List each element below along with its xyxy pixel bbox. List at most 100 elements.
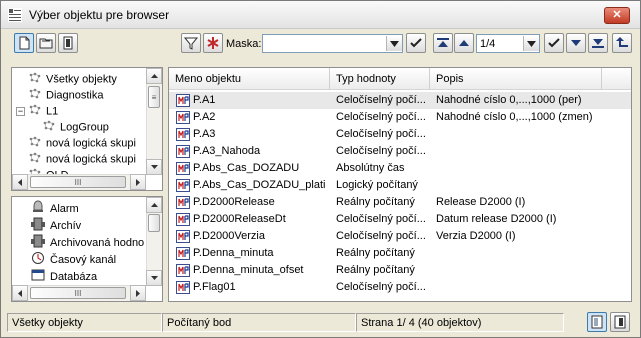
- object-name-cell: P.Abs_Cas_DOZADU: [193, 162, 300, 174]
- object-type-label: Alarm: [50, 202, 79, 215]
- tree-item[interactable]: nová logická skupi: [16, 151, 136, 165]
- clear-filter-button[interactable]: [203, 33, 223, 53]
- description-cell: Datum release D2000 (I): [436, 213, 557, 225]
- list-view-button[interactable]: [587, 312, 607, 332]
- value-type-cell: Celočíselný počí...: [336, 128, 426, 140]
- first-page-icon: [437, 38, 449, 47]
- scroll-up-button[interactable]: [146, 197, 162, 213]
- previous-page-icon: [459, 40, 469, 46]
- types-vertical-scrollbar[interactable]: [146, 197, 162, 286]
- title-bar: Výber objektu pre browser ✕: [1, 1, 640, 29]
- object-type-item[interactable]: Alarm: [30, 200, 79, 215]
- object-name-cell: P.A1: [193, 94, 216, 106]
- value-type-cell: Celočíselný počí...: [336, 213, 426, 225]
- door-icon: [63, 36, 73, 50]
- next-page-button[interactable]: [566, 33, 586, 53]
- object-type-item[interactable]: Databáza: [30, 268, 98, 283]
- types-hscroll-thumb[interactable]: III: [30, 287, 126, 299]
- last-page-button[interactable]: [588, 33, 608, 53]
- numeric-point-icon: [176, 230, 190, 243]
- mask-input[interactable]: [262, 34, 403, 53]
- tree-item[interactable]: − L1: [16, 103, 58, 117]
- object-type-item[interactable]: Archivovaná hodno: [30, 234, 145, 249]
- tree-hscroll-thumb[interactable]: III: [30, 176, 126, 188]
- description-cell: [436, 279, 626, 296]
- object-name-cell: P.Flag01: [193, 281, 236, 293]
- table-row[interactable]: P.D2000ReleaseDt Celočíselný počí... Datum…: [169, 211, 631, 228]
- filter-button[interactable]: [181, 33, 201, 53]
- scroll-down-button[interactable]: [146, 270, 162, 286]
- dialog-window: Výber objektu pre browser ✕ Maska: 1/4 V…: [0, 0, 641, 338]
- go-to-page-button[interactable]: [544, 33, 564, 53]
- column-header-type[interactable]: Typ hodnoty: [330, 68, 430, 90]
- tree-item-label: LogGroup: [60, 121, 109, 134]
- value-type-cell: Logický počítaný: [336, 179, 418, 191]
- scroll-left-button[interactable]: [12, 174, 28, 190]
- tree-expander-icon[interactable]: −: [16, 107, 25, 116]
- object-type-item[interactable]: Archív: [30, 217, 81, 232]
- objects-view-button[interactable]: [14, 33, 34, 53]
- tree-horizontal-scrollbar[interactable]: III: [12, 174, 146, 190]
- object-type-label: Databáza: [50, 270, 98, 283]
- scroll-left-button[interactable]: [12, 285, 28, 301]
- table-row[interactable]: P.Denna_minuta Reálny počítaný: [169, 245, 631, 262]
- archive-value-icon: [30, 234, 46, 252]
- status-group: Všetky objekty: [7, 313, 162, 332]
- numeric-point-icon: [176, 179, 190, 192]
- table-row[interactable]: P.Abs_Cas_DOZADU Absolútny čas: [169, 160, 631, 177]
- page-field[interactable]: 1/4: [476, 34, 540, 53]
- column-header-description[interactable]: Popis: [430, 68, 602, 90]
- detail-view-button[interactable]: [610, 312, 630, 332]
- object-name-cell: P.Denna_minuta: [193, 247, 274, 259]
- table-row[interactable]: P.D2000Verzia Celočíselný počí... Verzia D…: [169, 228, 631, 245]
- types-vscroll-thumb[interactable]: [148, 214, 160, 232]
- value-type-cell: Celočíselný počí...: [336, 281, 426, 293]
- object-type-label: Archivovaná hodno: [50, 236, 145, 249]
- mask-dropdown-button[interactable]: [386, 36, 402, 51]
- return-button[interactable]: [612, 33, 632, 53]
- object-type-item[interactable]: Časový kanál: [30, 251, 116, 266]
- tree-item[interactable]: LogGroup: [30, 119, 109, 133]
- chevron-down-icon: [527, 40, 536, 47]
- description-cell: [436, 160, 626, 177]
- tree-item[interactable]: Diagnostika: [16, 87, 103, 101]
- column-header-name[interactable]: Meno objektu: [169, 68, 330, 90]
- arrow-right-icon: [136, 178, 140, 186]
- scroll-down-button[interactable]: [146, 159, 162, 175]
- arrow-down-icon: [150, 165, 158, 169]
- table-row[interactable]: P.A2 Celočíselný počí... Nahodné císlo 0,.…: [169, 109, 631, 126]
- scroll-right-button[interactable]: [130, 285, 146, 301]
- object-group-icon: [27, 103, 43, 120]
- open-button[interactable]: [36, 33, 56, 53]
- table-row[interactable]: P.D2000Release Reálny počítaný Release D20…: [169, 194, 631, 211]
- table-row[interactable]: P.Denna_minuta_ofset Reálny počítaný: [169, 262, 631, 279]
- apply-mask-button[interactable]: [406, 33, 426, 53]
- description-cell: [436, 177, 626, 194]
- object-group-icon: [41, 119, 57, 136]
- tree-item[interactable]: nová logická skupi: [16, 135, 136, 149]
- object-type-panel: Alarm Archív Archivovaná hodno Časový kanál…: [11, 196, 163, 302]
- page-dropdown-button[interactable]: [523, 36, 539, 51]
- table-row[interactable]: P.A1 Celočíselný počí... Nahodné císlo 0,.…: [169, 92, 631, 109]
- table-row[interactable]: P.A3_Nahoda Celočíselný počí...: [169, 143, 631, 160]
- numeric-point-icon: [176, 162, 190, 175]
- scroll-right-button[interactable]: [130, 174, 146, 190]
- status-page-info: Strana 1/ 4 (40 objektov): [356, 313, 564, 332]
- value-type-cell: Reálny počítaný: [336, 247, 415, 259]
- table-row[interactable]: P.Flag01 Celočíselný počí...: [169, 279, 631, 296]
- scroll-up-button[interactable]: [146, 68, 162, 84]
- return-arrow-icon: [616, 37, 628, 47]
- table-row[interactable]: P.A3 Celočíselný počí...: [169, 126, 631, 143]
- tree-item[interactable]: Všetky objekty: [16, 71, 117, 85]
- numeric-point-icon: [176, 264, 190, 277]
- types-horizontal-scrollbar[interactable]: III: [12, 285, 146, 301]
- grid-header: Meno objektu Typ hodnoty Popis: [169, 68, 631, 90]
- close-button[interactable]: ✕: [604, 7, 630, 24]
- previous-page-button[interactable]: [454, 33, 474, 53]
- tree-vscroll-thumb[interactable]: ≡: [148, 86, 160, 108]
- description-cell: [436, 262, 626, 279]
- table-row[interactable]: P.Abs_Cas_DOZADU_plati Logický počítaný: [169, 177, 631, 194]
- first-page-button[interactable]: [433, 33, 453, 53]
- exit-button[interactable]: [58, 33, 78, 53]
- tree-vertical-scrollbar[interactable]: ≡: [146, 68, 162, 175]
